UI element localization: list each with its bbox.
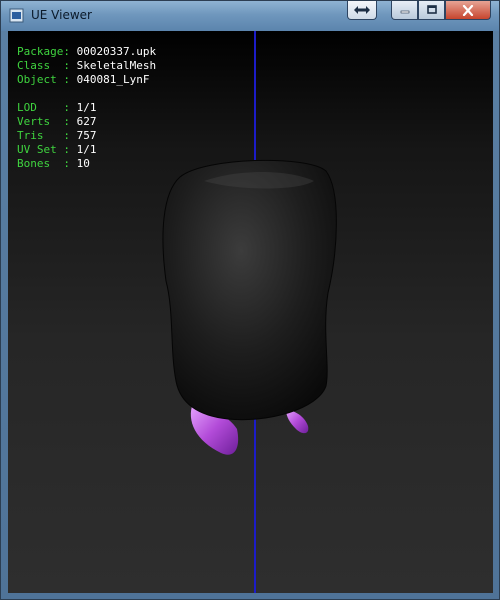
- swap-button[interactable]: [347, 1, 377, 20]
- app-icon: [9, 8, 24, 23]
- info-value: 1/1: [76, 101, 97, 114]
- info-package: Package: 00020337.upk: [17, 45, 156, 59]
- maximize-icon: [426, 5, 437, 14]
- info-value: SkeletalMesh: [76, 59, 157, 72]
- 3d-viewport[interactable]: Package: 00020337.upk Class : SkeletalMe…: [8, 31, 493, 593]
- info-label: UV Set :: [17, 143, 77, 156]
- info-value: 757: [76, 129, 97, 142]
- info-label: Bones :: [17, 157, 77, 170]
- mesh-info-overlay: Package: 00020337.upk Class : SkeletalMe…: [17, 45, 156, 171]
- maximize-button[interactable]: [418, 1, 445, 20]
- window-title: UE Viewer: [31, 8, 92, 22]
- info-value: 627: [76, 115, 97, 128]
- info-label: Class :: [17, 59, 77, 72]
- info-label: Verts :: [17, 115, 77, 128]
- info-label: Package:: [17, 45, 77, 58]
- info-label: LOD :: [17, 101, 77, 114]
- info-label: Object :: [17, 73, 77, 86]
- close-icon: [462, 4, 474, 16]
- app-window: UE Viewer Package: 00020337.upk Class: …: [0, 0, 500, 600]
- info-class: Class : SkeletalMesh: [17, 59, 156, 73]
- left-right-arrow-icon: [354, 6, 370, 14]
- minimize-icon: [400, 10, 409, 14]
- helmet-mesh: [162, 159, 337, 421]
- info-tris: Tris : 757: [17, 129, 156, 143]
- info-bones: Bones : 10: [17, 157, 156, 171]
- info-uvset: UV Set : 1/1: [17, 143, 156, 157]
- title-bar[interactable]: UE Viewer: [1, 1, 499, 31]
- info-label: Tris :: [17, 129, 77, 142]
- info-lod: LOD : 1/1: [17, 101, 156, 115]
- info-value: 1/1: [76, 143, 97, 156]
- close-button[interactable]: [445, 1, 491, 20]
- info-verts: Verts : 627: [17, 115, 156, 129]
- info-value: 00020337.upk: [76, 45, 157, 58]
- minimize-button[interactable]: [391, 1, 418, 20]
- info-value: 10: [76, 157, 90, 170]
- info-object: Object : 040081_LynF: [17, 73, 156, 87]
- info-value: 040081_LynF: [76, 73, 150, 86]
